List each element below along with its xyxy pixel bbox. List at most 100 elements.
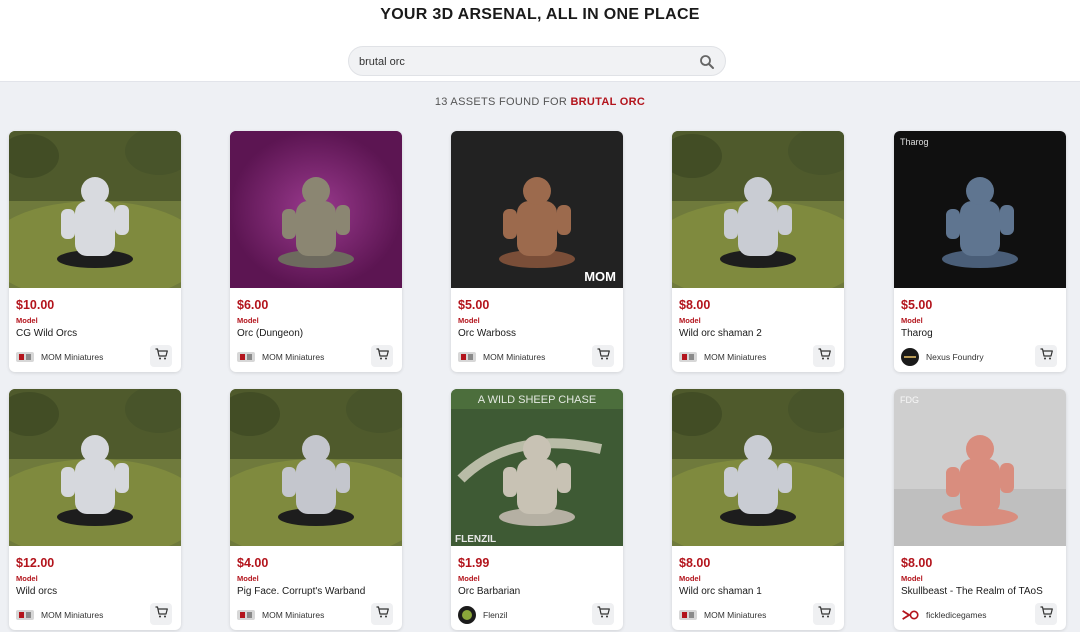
add-to-cart-button[interactable] xyxy=(592,603,614,625)
seller-name: Flenzil xyxy=(483,610,508,620)
seller-name: MOM Miniatures xyxy=(262,352,325,362)
asset-thumbnail[interactable] xyxy=(672,131,844,288)
cart-icon xyxy=(155,605,168,623)
seller-name: fickledicegames xyxy=(926,610,987,620)
asset-thumbnail[interactable] xyxy=(230,389,402,546)
add-to-cart-button[interactable] xyxy=(371,345,393,367)
asset-price: $4.00 xyxy=(237,556,269,570)
asset-name[interactable]: Orc Barbarian xyxy=(458,586,520,597)
asset-type: Model xyxy=(237,316,259,325)
results-summary: 13 ASSETS FOUND FOR BRUTAL ORC xyxy=(0,96,1080,108)
page-header: YOUR 3D ARSENAL, ALL IN ONE PLACE xyxy=(0,0,1080,82)
search-bar[interactable] xyxy=(348,46,726,76)
asset-type: Model xyxy=(237,574,259,583)
seller-link[interactable]: MOM Miniatures xyxy=(237,349,324,365)
asset-name[interactable]: Pig Face. Corrupt's Warband xyxy=(237,586,365,597)
asset-price: $6.00 xyxy=(237,298,269,312)
asset-type: Model xyxy=(16,574,38,583)
add-to-cart-button[interactable] xyxy=(813,603,835,625)
asset-card[interactable]: Tharog $5.00 Model Tharog Nexus Foundry xyxy=(894,131,1066,372)
search-input[interactable] xyxy=(359,53,689,71)
seller-logo xyxy=(458,350,476,364)
asset-price: $10.00 xyxy=(16,298,55,312)
asset-name[interactable]: Wild orc shaman 2 xyxy=(679,328,762,339)
seller-link[interactable]: fickledicegames xyxy=(901,607,986,623)
seller-logo xyxy=(901,608,919,622)
add-to-cart-button[interactable] xyxy=(1035,345,1057,367)
asset-price: $8.00 xyxy=(679,556,711,570)
asset-card[interactable]: $6.00 Model Orc (Dungeon) MOM Miniatures xyxy=(230,131,402,372)
thumb-watermark: FLENZIL xyxy=(455,534,496,545)
cart-icon xyxy=(1040,347,1053,365)
asset-thumbnail[interactable] xyxy=(230,131,402,288)
asset-type: Model xyxy=(458,574,480,583)
add-to-cart-button[interactable] xyxy=(1035,603,1057,625)
asset-type: Model xyxy=(16,316,38,325)
asset-thumbnail[interactable] xyxy=(9,389,181,546)
asset-thumbnail[interactable]: A WILD SHEEP CHASE FLENZIL xyxy=(451,389,623,546)
thumb-banner: Tharog xyxy=(900,137,929,147)
seller-name: Nexus Foundry xyxy=(926,352,984,362)
seller-link[interactable]: MOM Miniatures xyxy=(679,607,766,623)
seller-link[interactable]: MOM Miniatures xyxy=(237,607,324,623)
seller-name: MOM Miniatures xyxy=(262,610,325,620)
add-to-cart-button[interactable] xyxy=(813,345,835,367)
seller-name: MOM Miniatures xyxy=(704,352,767,362)
asset-thumbnail[interactable]: MOM xyxy=(451,131,623,288)
add-to-cart-button[interactable] xyxy=(150,603,172,625)
asset-name[interactable]: Tharog xyxy=(901,328,933,339)
asset-thumbnail[interactable] xyxy=(672,389,844,546)
asset-price: $1.99 xyxy=(458,556,490,570)
cart-icon xyxy=(597,347,610,365)
asset-thumbnail[interactable]: FDG xyxy=(894,389,1066,546)
cart-icon xyxy=(1040,605,1053,623)
asset-name[interactable]: Orc (Dungeon) xyxy=(237,328,303,339)
seller-logo xyxy=(458,606,476,624)
cart-icon xyxy=(376,605,389,623)
asset-price: $8.00 xyxy=(679,298,711,312)
cart-icon xyxy=(376,347,389,365)
seller-link[interactable]: Flenzil xyxy=(458,606,508,624)
asset-price: $5.00 xyxy=(901,298,933,312)
asset-name[interactable]: Wild orcs xyxy=(16,586,57,597)
seller-name: MOM Miniatures xyxy=(704,610,767,620)
asset-card[interactable]: A WILD SHEEP CHASE FLENZIL $1.99 Model Orc B… xyxy=(451,389,623,630)
seller-link[interactable]: MOM Miniatures xyxy=(458,349,545,365)
asset-type: Model xyxy=(901,316,923,325)
add-to-cart-button[interactable] xyxy=(592,345,614,367)
asset-card[interactable]: $4.00 Model Pig Face. Corrupt's Warband MOM… xyxy=(230,389,402,630)
asset-card[interactable]: $8.00 Model Wild orc shaman 1 MOM Miniature… xyxy=(672,389,844,630)
asset-card[interactable]: FDG $8.00 Model Skullbeast - The Realm of T… xyxy=(894,389,1066,630)
seller-name: MOM Miniatures xyxy=(483,352,546,362)
asset-name[interactable]: CG Wild Orcs xyxy=(16,328,77,339)
asset-name[interactable]: Wild orc shaman 1 xyxy=(679,586,762,597)
asset-name[interactable]: Orc Warboss xyxy=(458,328,516,339)
add-to-cart-button[interactable] xyxy=(150,345,172,367)
thumb-banner: FDG xyxy=(900,395,919,405)
seller-logo xyxy=(901,348,919,366)
page-title: YOUR 3D ARSENAL, ALL IN ONE PLACE xyxy=(380,6,700,23)
asset-card[interactable]: MOM $5.00 Model Orc Warboss MOM Miniatures xyxy=(451,131,623,372)
seller-logo xyxy=(237,608,255,622)
cart-icon xyxy=(818,605,831,623)
thumb-banner: A WILD SHEEP CHASE xyxy=(478,394,596,406)
asset-card[interactable]: $12.00 Model Wild orcs MOM Miniatures xyxy=(9,389,181,630)
asset-thumbnail[interactable]: Tharog xyxy=(894,131,1066,288)
seller-link[interactable]: MOM Miniatures xyxy=(16,607,103,623)
asset-type: Model xyxy=(901,574,923,583)
seller-name: MOM Miniatures xyxy=(41,610,104,620)
seller-logo xyxy=(16,350,34,364)
seller-link[interactable]: MOM Miniatures xyxy=(16,349,103,365)
seller-logo xyxy=(679,608,697,622)
seller-link[interactable]: MOM Miniatures xyxy=(679,349,766,365)
asset-card[interactable]: $8.00 Model Wild orc shaman 2 MOM Miniature… xyxy=(672,131,844,372)
seller-name: MOM Miniatures xyxy=(41,352,104,362)
add-to-cart-button[interactable] xyxy=(371,603,393,625)
seller-link[interactable]: Nexus Foundry xyxy=(901,348,984,366)
asset-price: $5.00 xyxy=(458,298,490,312)
asset-price: $8.00 xyxy=(901,556,933,570)
asset-card[interactable]: $10.00 Model CG Wild Orcs MOM Miniatures xyxy=(9,131,181,372)
search-icon[interactable] xyxy=(699,54,715,70)
asset-name[interactable]: Skullbeast - The Realm of TAoS xyxy=(901,586,1043,597)
asset-thumbnail[interactable] xyxy=(9,131,181,288)
